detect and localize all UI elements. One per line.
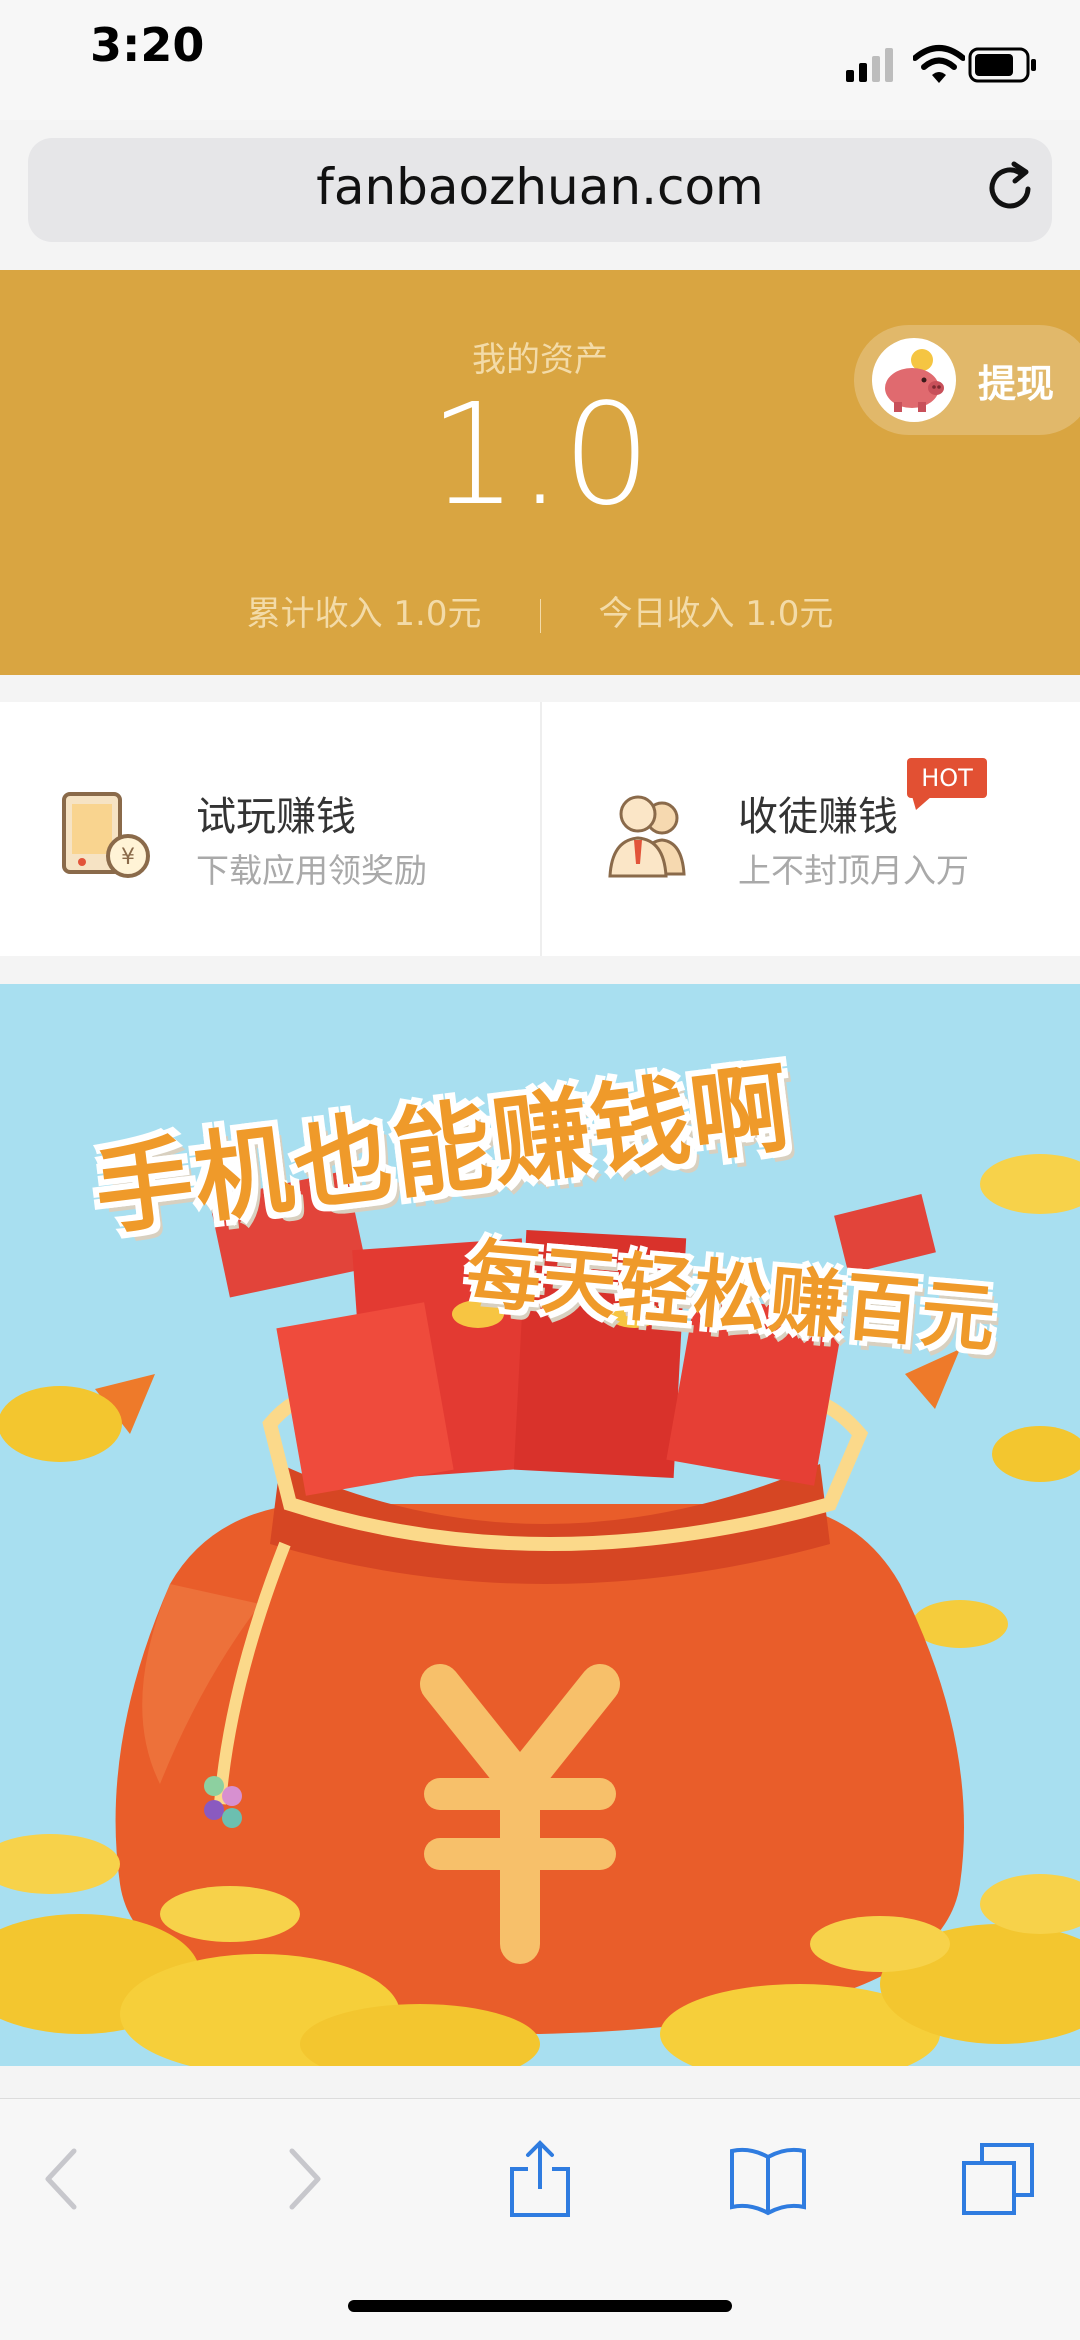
total-income: 累计收入 1.0元 bbox=[246, 594, 482, 634]
hot-badge: HOT bbox=[907, 758, 987, 798]
battery-icon bbox=[968, 47, 1036, 83]
stats-divider bbox=[539, 598, 541, 633]
bookmarks-icon[interactable] bbox=[728, 2139, 808, 2219]
income-stats: 累计收入 1.0元 今日收入 1.0元 bbox=[0, 586, 1080, 635]
url-text: fanbaozhuan.com bbox=[316, 158, 764, 216]
today-income: 今日收入 1.0元 bbox=[598, 594, 834, 634]
status-time: 3:20 bbox=[90, 18, 205, 72]
people-icon bbox=[608, 795, 686, 878]
assets-panel: 我的资产 1.0 累计收入 1.0元 今日收入 1.0元 提现 bbox=[0, 270, 1080, 675]
status-bar: 3:20 bbox=[0, 0, 1080, 120]
phone-coin-icon: ¥ bbox=[62, 792, 150, 878]
feature-card-invite[interactable]: 收徒赚钱 上不封顶月入万 bbox=[542, 702, 1080, 956]
forward-icon[interactable] bbox=[264, 2139, 344, 2219]
feature-title: 收徒赚钱 bbox=[738, 794, 898, 840]
withdraw-label: 提现 bbox=[978, 362, 1055, 406]
feature-title: 试玩赚钱 bbox=[196, 794, 356, 840]
share-icon[interactable] bbox=[500, 2139, 580, 2219]
badge-tail-icon bbox=[912, 796, 932, 810]
wifi-icon bbox=[913, 45, 965, 83]
svg-text:¥: ¥ bbox=[121, 845, 135, 870]
withdraw-button[interactable]: 提现 bbox=[854, 325, 1080, 435]
address-bar[interactable]: fanbaozhuan.com bbox=[28, 138, 1052, 242]
tabs-icon[interactable] bbox=[958, 2139, 1038, 2219]
feature-cards: ¥ 试玩赚钱 下载应用领奖励 收徒赚钱 上不封顶月入万 HOT bbox=[0, 702, 1080, 956]
promo-banner[interactable]: 手机也能赚钱啊 每天轻松赚百元 bbox=[0, 984, 1080, 2066]
feature-card-trial[interactable]: ¥ 试玩赚钱 下载应用领奖励 bbox=[0, 702, 540, 956]
feature-subtitle: 下载应用领奖励 bbox=[196, 851, 427, 890]
home-indicator bbox=[348, 2300, 732, 2312]
piggy-bank-icon bbox=[872, 338, 956, 422]
back-icon[interactable] bbox=[22, 2139, 102, 2219]
feature-subtitle: 上不封顶月入万 bbox=[738, 851, 969, 890]
reload-icon[interactable] bbox=[980, 158, 1042, 220]
signal-icon bbox=[846, 48, 893, 82]
